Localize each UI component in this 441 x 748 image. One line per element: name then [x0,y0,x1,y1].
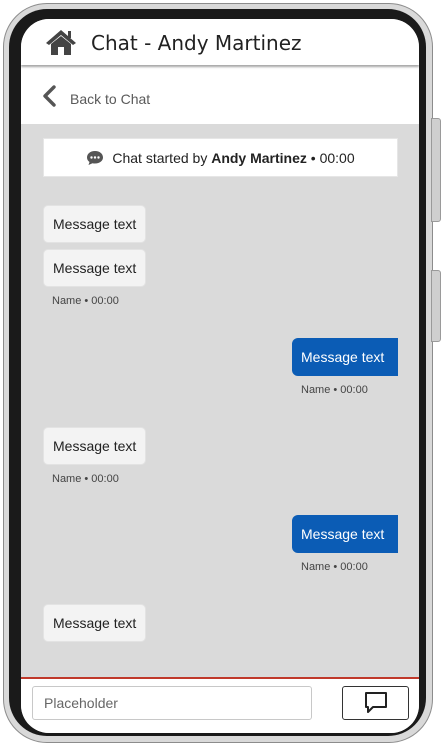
back-link[interactable]: Back to Chat [70,91,150,107]
message-bubble-outgoing: Message text [292,338,398,376]
message-meta: Name • 00:00 [301,561,368,573]
message-bubble-incoming: Message text [43,427,147,465]
phone-side-button [431,270,441,342]
chat-thread: Chat started by Andy Martinez • 00:00 Me… [21,124,419,677]
message-bubble-outgoing: Message text [292,515,398,553]
started-name: Andy Martinez [211,149,307,166]
message-bubble-incoming: Message text [43,205,147,243]
composer [21,677,419,733]
home-icon[interactable] [45,28,77,56]
app-bar: Chat - Andy Martinez [21,19,419,65]
message-meta: Name • 00:00 [52,295,119,307]
started-time: • 00:00 [310,149,355,166]
page-title: Chat - Andy Martinez [91,31,302,55]
message-bubble-incoming: Message text [43,604,147,642]
chat-bubble-icon [364,692,387,713]
chat-started-banner: Chat started by Andy Martinez • 00:00 [43,138,398,177]
message-input[interactable] [32,686,312,720]
back-nav[interactable]: Back to Chat [21,65,419,124]
started-prefix: Chat started by [112,149,208,166]
chat-bubble-icon [87,150,104,165]
send-button[interactable] [342,686,409,720]
phone-side-button [431,118,441,222]
message-meta: Name • 00:00 [52,473,119,485]
message-bubble-incoming: Message text [43,249,147,287]
message-meta: Name • 00:00 [301,384,368,396]
chevron-left-icon[interactable] [40,85,58,107]
app-screen: Chat - Andy Martinez Back to Chat Chat s… [21,19,419,733]
